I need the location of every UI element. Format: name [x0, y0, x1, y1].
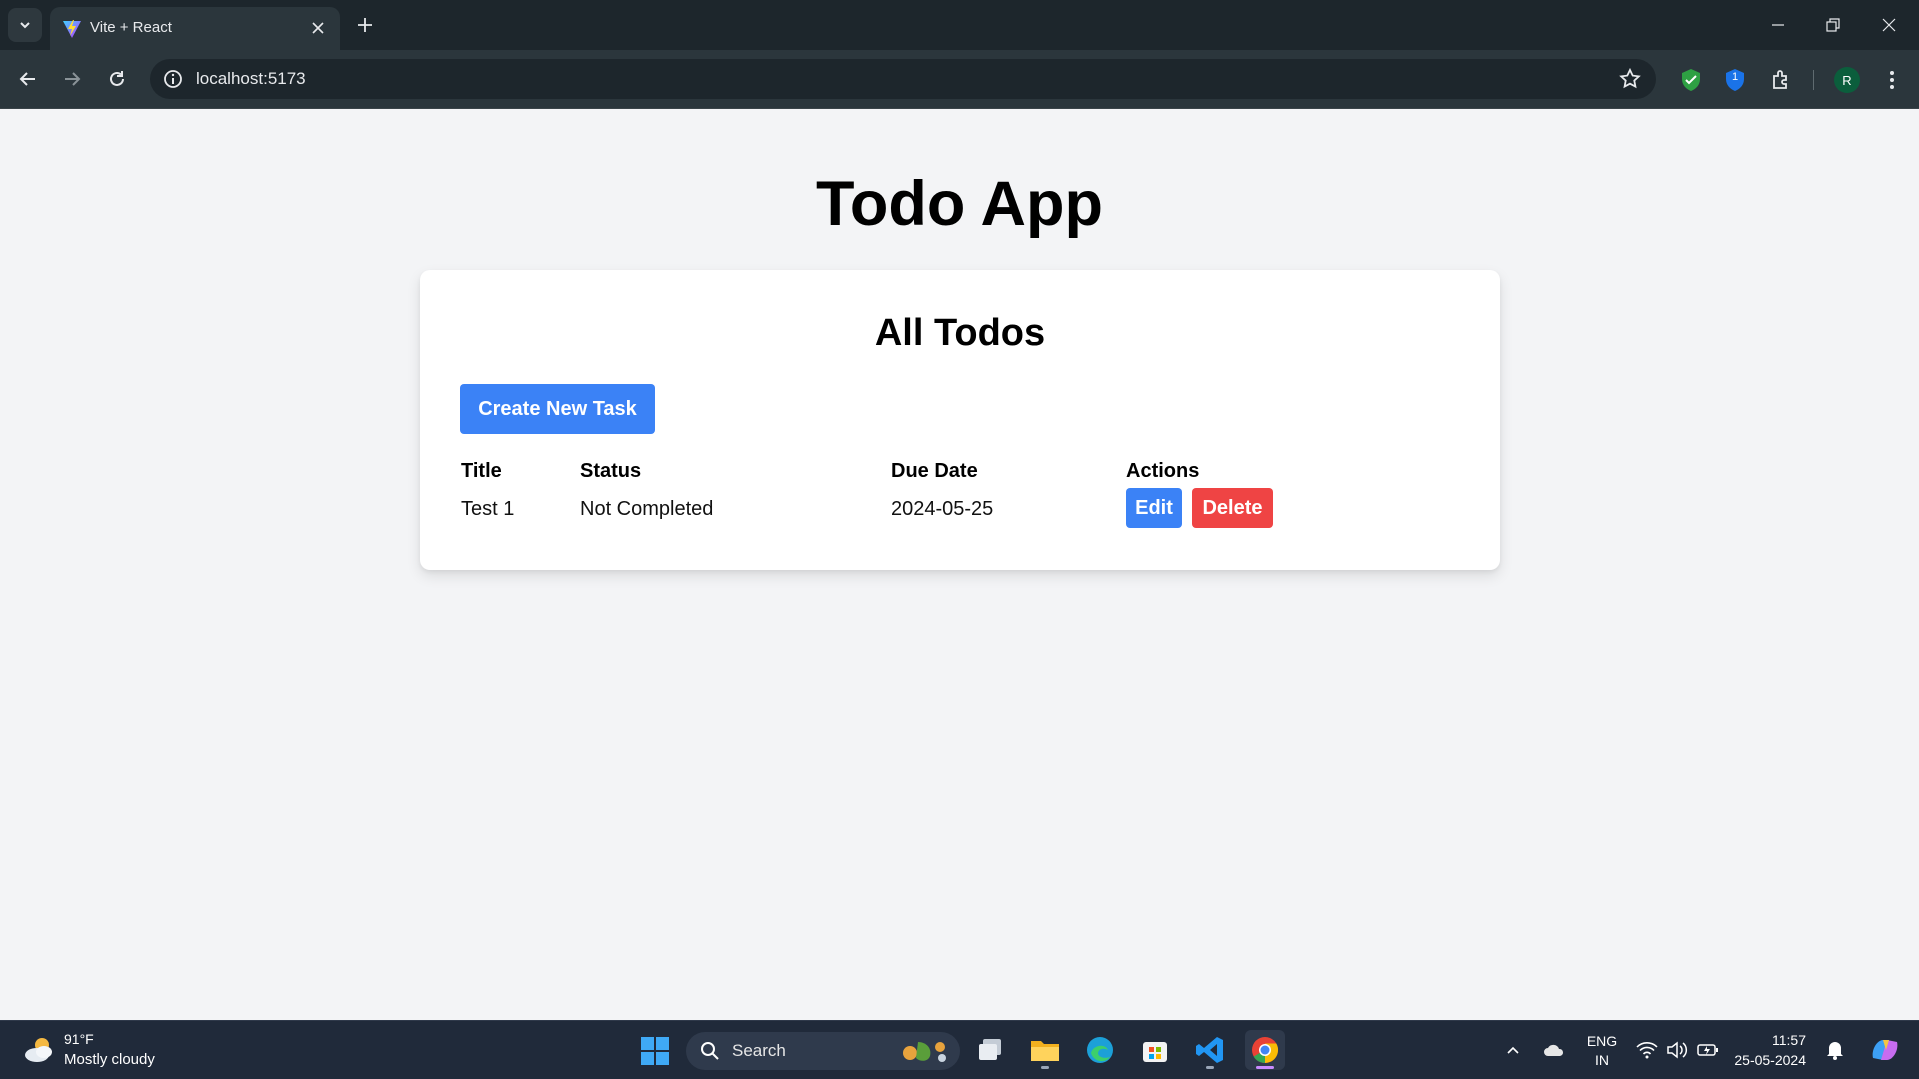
chrome-button[interactable]	[1245, 1030, 1285, 1070]
profile-avatar[interactable]: R	[1834, 67, 1860, 93]
page-viewport: Todo App All Todos Create New Task Title…	[0, 110, 1919, 1020]
clock-date[interactable]: 25-05-2024	[1730, 1052, 1806, 1068]
folder-icon	[1031, 1041, 1059, 1061]
browser-menu-button[interactable]	[1878, 66, 1906, 94]
extension-badge-count: 1	[1731, 71, 1739, 83]
close-window-button[interactable]	[1874, 10, 1904, 40]
column-header-due-date: Due Date	[891, 460, 978, 482]
network-button[interactable]	[1636, 1039, 1658, 1061]
task-view-icon	[979, 1039, 1001, 1060]
todo-status-cell: Not Completed	[580, 498, 714, 520]
edge-browser-button[interactable]	[1080, 1030, 1120, 1070]
bookmark-star-icon[interactable]	[1618, 67, 1642, 91]
close-icon	[1882, 18, 1896, 32]
store-icon	[1143, 1042, 1167, 1062]
reload-button[interactable]	[102, 64, 132, 94]
running-indicator	[1206, 1066, 1214, 1069]
puzzle-icon	[1773, 70, 1787, 89]
create-new-task-button[interactable]: Create New Task	[460, 384, 655, 434]
wifi-icon	[1636, 1042, 1658, 1059]
running-indicator	[1041, 1066, 1049, 1069]
password-manager-extension[interactable]: 1	[1721, 66, 1749, 94]
vite-logo-icon	[63, 20, 81, 38]
shield-check-icon	[1682, 69, 1700, 91]
delete-button[interactable]: Delete	[1192, 488, 1273, 528]
new-tab-button[interactable]	[352, 12, 378, 38]
more-vertical-icon	[1890, 71, 1894, 89]
windows-start-icon[interactable]	[640, 1036, 670, 1066]
onedrive-button[interactable]	[1543, 1039, 1565, 1061]
chevron-down-icon	[20, 22, 30, 29]
column-header-actions: Actions	[1126, 460, 1200, 482]
task-view-button[interactable]	[971, 1030, 1011, 1070]
arrow-right-icon	[65, 72, 81, 86]
search-highlight-icon	[903, 1042, 946, 1062]
minimize-button[interactable]	[1763, 10, 1793, 40]
speaker-icon	[1667, 1041, 1688, 1059]
minimize-icon	[1772, 24, 1784, 26]
show-hidden-icons-button[interactable]	[1502, 1039, 1524, 1061]
vscode-icon	[1196, 1037, 1223, 1063]
toolbar-divider	[1813, 70, 1814, 90]
address-bar[interactable]: localhost:5173	[150, 59, 1656, 99]
taskbar-search-box[interactable]: Search	[686, 1032, 960, 1070]
browser-tab[interactable]: Vite + React	[50, 7, 340, 50]
tab-search-button[interactable]	[8, 8, 42, 42]
restore-button[interactable]	[1818, 10, 1848, 40]
edge-icon	[1087, 1037, 1113, 1063]
clock-time[interactable]: 11:57	[1730, 1032, 1806, 1048]
back-button[interactable]	[13, 64, 43, 94]
cloudy-weather-icon[interactable]	[22, 1035, 56, 1065]
chevron-up-icon	[1507, 1046, 1519, 1054]
chrome-icon	[1252, 1037, 1279, 1064]
arrow-left-icon	[19, 72, 35, 86]
input-language[interactable]: ENG	[1586, 1033, 1618, 1049]
notifications-button[interactable]	[1824, 1039, 1846, 1061]
battery-button[interactable]	[1697, 1039, 1719, 1061]
site-info-icon[interactable]	[162, 68, 184, 90]
vscode-button[interactable]	[1190, 1030, 1230, 1070]
browser-tab-bar: Vite + React	[0, 0, 1919, 50]
battery-charging-icon	[1697, 1044, 1718, 1056]
microsoft-store-button[interactable]	[1135, 1030, 1175, 1070]
input-region[interactable]: IN	[1586, 1052, 1618, 1068]
adblock-shield-extension[interactable]	[1677, 66, 1705, 94]
weather-temperature[interactable]: 91°F	[64, 1031, 94, 1047]
extensions-button[interactable]	[1767, 66, 1795, 94]
todo-title-cell: Test 1	[461, 498, 515, 520]
tab-close-button[interactable]	[308, 18, 328, 38]
card-title: All Todos	[874, 312, 1046, 354]
copilot-button[interactable]	[1868, 1035, 1902, 1065]
search-icon	[701, 1042, 719, 1060]
cloud-icon	[1544, 1044, 1564, 1056]
todo-due-date-cell: 2024-05-25	[891, 498, 994, 520]
app-title: Todo App	[816, 169, 1103, 239]
close-icon	[312, 22, 324, 34]
column-header-status: Status	[580, 460, 642, 482]
reload-icon	[110, 71, 124, 86]
url-text[interactable]: localhost:5173	[196, 69, 306, 89]
todos-card: All Todos Create New Task Title Status D…	[420, 270, 1500, 570]
column-header-title: Title	[461, 460, 502, 482]
tab-title: Vite + React	[90, 19, 172, 36]
windows-taskbar: 91°F Mostly cloudy Search ENG IN 11:57 2…	[0, 1020, 1919, 1079]
bell-icon	[1827, 1042, 1843, 1060]
copilot-icon	[1872, 1040, 1898, 1060]
taskbar-search-label: Search	[732, 1041, 786, 1060]
file-explorer-button[interactable]	[1025, 1030, 1065, 1070]
edit-button[interactable]: Edit	[1126, 488, 1182, 528]
running-indicator	[1256, 1066, 1274, 1069]
volume-button[interactable]	[1666, 1039, 1688, 1061]
forward-button[interactable]	[57, 64, 87, 94]
browser-toolbar: localhost:5173 1 R	[0, 50, 1919, 109]
restore-icon	[1826, 18, 1840, 32]
plus-icon	[358, 18, 372, 32]
weather-description[interactable]: Mostly cloudy	[64, 1051, 155, 1068]
